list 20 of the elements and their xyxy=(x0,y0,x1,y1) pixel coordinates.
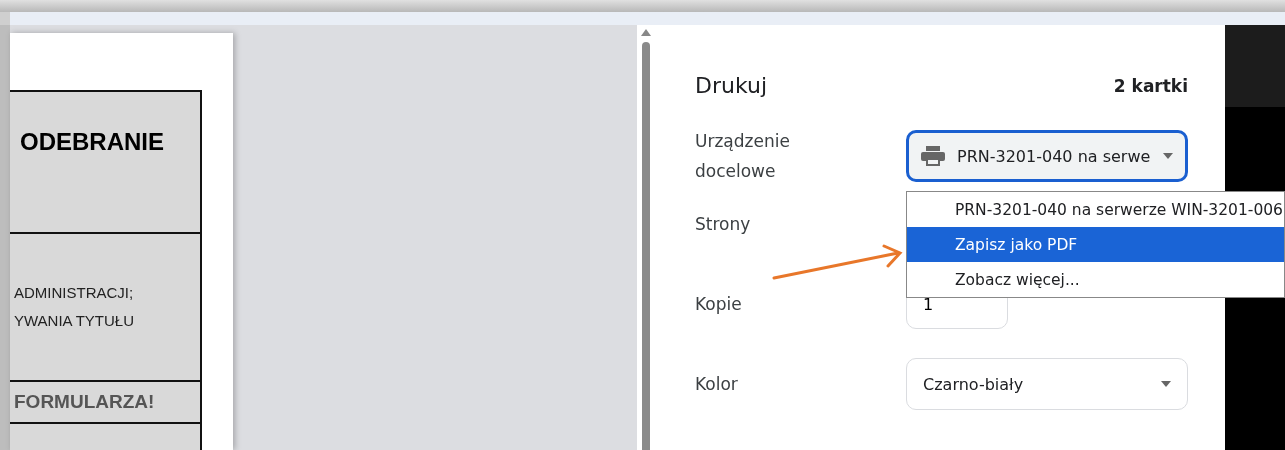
setting-label: Kolor xyxy=(695,373,739,396)
setting-label: Strony xyxy=(695,213,752,236)
cell-text: YWANIA TYTUŁU xyxy=(14,311,136,331)
scrollbar[interactable] xyxy=(637,25,655,450)
select-field[interactable]: Czarno-biały xyxy=(906,358,1188,410)
dropdown-caret-icon xyxy=(1161,381,1171,387)
cell-text: ADMINISTRACJI; xyxy=(14,283,135,303)
scrollbar-thumb[interactable] xyxy=(642,42,650,450)
scroll-up-icon[interactable] xyxy=(641,29,651,36)
setting-label: Urządzenie docelowe xyxy=(695,130,791,183)
setting-label: Kopie xyxy=(695,293,743,316)
panel-title: Drukuj xyxy=(695,73,768,98)
select-field[interactable]: PRN-3201-040 na serwe xyxy=(906,130,1188,182)
cell-text: ODEBRANIE xyxy=(20,128,165,156)
cell-text: FORMULARZA! xyxy=(14,391,156,413)
dropdown-caret-icon xyxy=(1163,153,1173,159)
printer-icon xyxy=(921,146,945,166)
sheet-count: 2 kartki xyxy=(1113,75,1188,96)
menu-option[interactable]: Zapisz jako PDF xyxy=(907,227,1284,262)
menu-option[interactable]: PRN-3201-040 na serwerze WIN-3201-006 xyxy=(907,192,1284,227)
